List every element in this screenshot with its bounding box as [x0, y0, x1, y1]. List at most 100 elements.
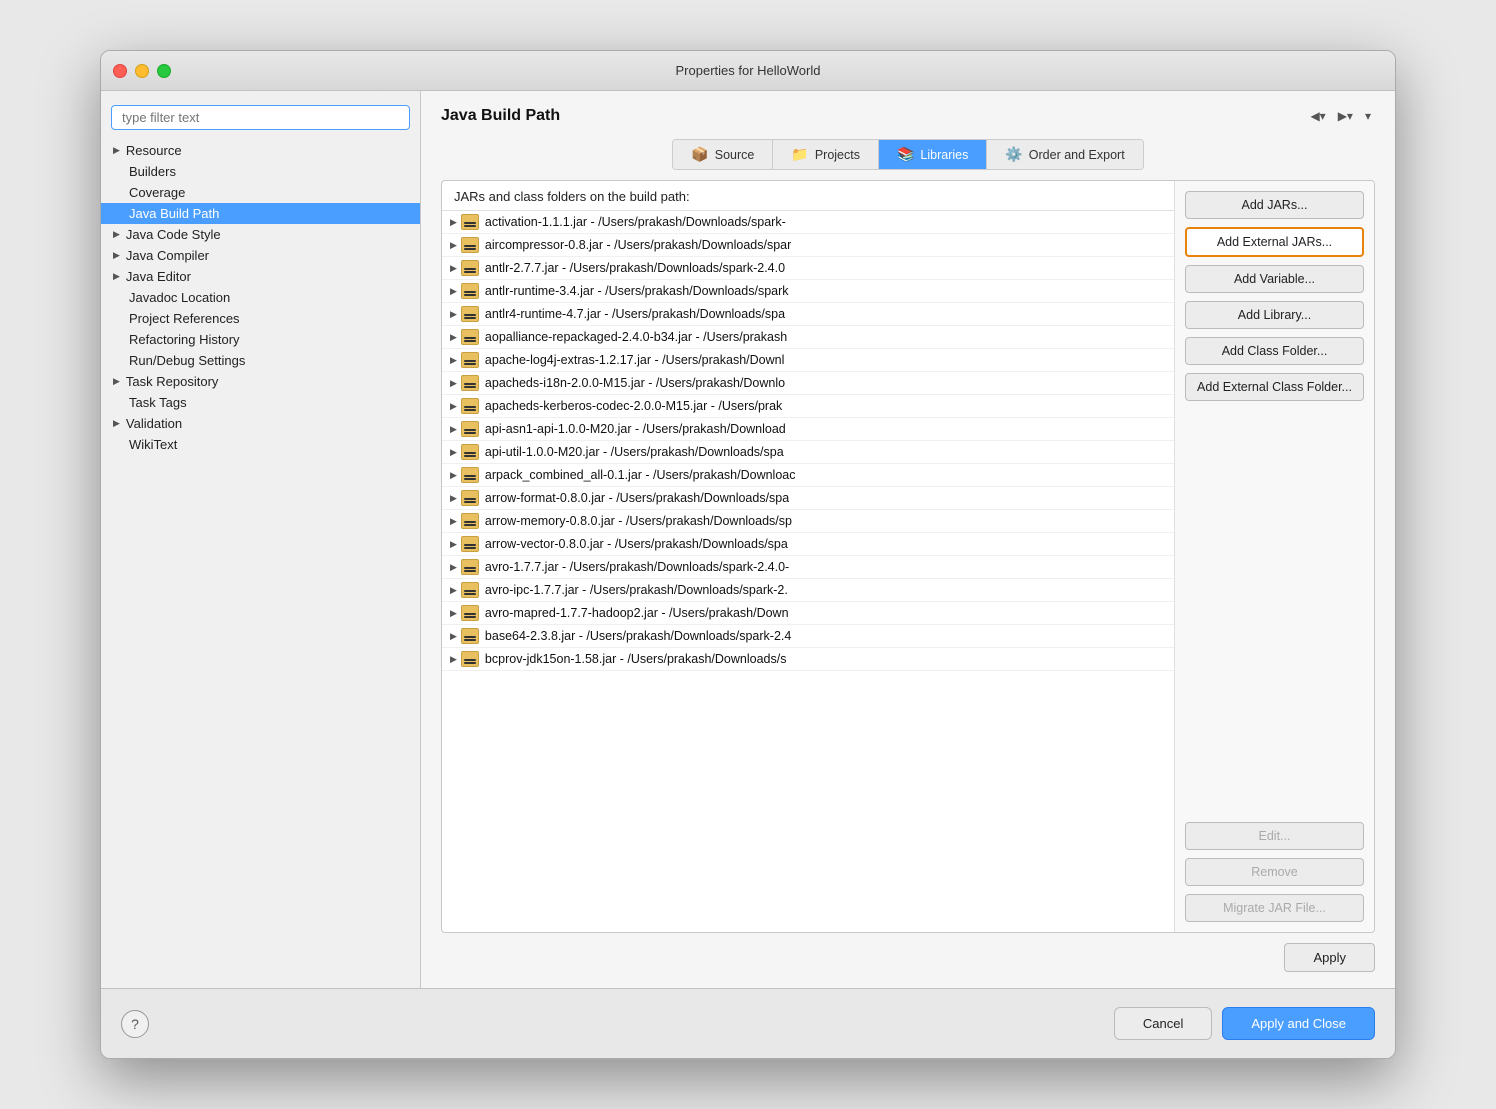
sidebar-item-label: Validation [126, 416, 182, 431]
content-header: Java Build Path ◀▾ ▶▾ ▾ [441, 107, 1375, 125]
jar-entry[interactable]: ▶arrow-vector-0.8.0.jar - /Users/prakash… [442, 533, 1174, 556]
add-library-button[interactable]: Add Library... [1185, 301, 1364, 329]
jar-entry[interactable]: ▶bcprov-jdk15on-1.58.jar - /Users/prakas… [442, 648, 1174, 671]
sidebar-item-run-debug-settings[interactable]: Run/Debug Settings [101, 350, 420, 371]
jar-entry[interactable]: ▶ apacheds-i18n-2.0.0-M15.jar - /Users/pr… [442, 372, 1174, 395]
jar-file-icon [461, 490, 479, 506]
sidebar-item-java-compiler[interactable]: ▶Java Compiler [101, 245, 420, 266]
jar-entry[interactable]: ▶antlr4-runtime-4.7.jar - /Users/prakash… [442, 303, 1174, 326]
jar-name: bcprov-jdk15on-1.58.jar - /Users/prakash… [485, 652, 787, 666]
sidebar: ▶ResourceBuildersCoverageJava Build Path… [101, 91, 421, 988]
jar-entry[interactable]: ▶api-util-1.0.0-M20.jar - /Users/prakash… [442, 441, 1174, 464]
nav-forward-button[interactable]: ▶▾ [1334, 107, 1357, 125]
jar-entry[interactable]: ▶base64-2.3.8.jar - /Users/prakash/Downl… [442, 625, 1174, 648]
jar-expand-icon: ▶ [450, 516, 457, 527]
jar-entry[interactable]: ▶apacheds-kerberos-codec-2.0.0-M15.jar -… [442, 395, 1174, 418]
main-content: ▶ResourceBuildersCoverageJava Build Path… [101, 91, 1395, 988]
jar-file-icon [461, 237, 479, 253]
jar-expand-icon: ▶ [450, 378, 457, 389]
sidebar-item-builders[interactable]: Builders [101, 161, 420, 182]
jar-name: antlr-runtime-3.4.jar - /Users/prakash/D… [485, 284, 789, 298]
tab-order-export[interactable]: ⚙️Order and Export [987, 140, 1142, 169]
jar-entry[interactable]: ▶api-asn1-api-1.0.0-M20.jar - /Users/pra… [442, 418, 1174, 441]
tab-projects[interactable]: 📁Projects [773, 140, 879, 169]
jar-entry[interactable]: ▶arpack_combined_all-0.1.jar - /Users/pr… [442, 464, 1174, 487]
sidebar-item-validation[interactable]: ▶Validation [101, 413, 420, 434]
jar-expand-icon: ▶ [450, 608, 457, 619]
add-jars-button[interactable]: Add JARs... [1185, 191, 1364, 219]
jar-file-icon [461, 582, 479, 598]
sidebar-item-wikitext[interactable]: WikiText [101, 434, 420, 455]
sidebar-item-resource[interactable]: ▶Resource [101, 140, 420, 161]
search-input[interactable] [111, 105, 410, 130]
jar-name: apacheds-i18n-2.0.0-M15.jar - /Users/pra… [485, 376, 785, 390]
sidebar-item-label: Run/Debug Settings [129, 353, 245, 368]
jar-entry[interactable]: ▶avro-1.7.7.jar - /Users/prakash/Downloa… [442, 556, 1174, 579]
sidebar-item-label: Resource [126, 143, 182, 158]
jar-entry[interactable]: ▶arrow-memory-0.8.0.jar - /Users/prakash… [442, 510, 1174, 533]
apply-button[interactable]: Apply [1284, 943, 1375, 972]
jar-file-icon [461, 260, 479, 276]
jar-name: arrow-format-0.8.0.jar - /Users/prakash/… [485, 491, 789, 505]
sidebar-item-label: Java Code Style [126, 227, 221, 242]
nav-menu-button[interactable]: ▾ [1361, 107, 1375, 125]
add-external-jars-button[interactable]: Add External JARs... [1185, 227, 1364, 257]
migrate-jar-file-button: Migrate JAR File... [1185, 894, 1364, 922]
jar-entry[interactable]: ▶activation-1.1.1.jar - /Users/prakash/D… [442, 211, 1174, 234]
jar-file-icon [461, 605, 479, 621]
content-area: Java Build Path ◀▾ ▶▾ ▾ 📦Source📁Projects… [421, 91, 1395, 988]
jar-name: aircompressor-0.8.jar - /Users/prakash/D… [485, 238, 791, 252]
close-button[interactable] [113, 64, 127, 78]
maximize-button[interactable] [157, 64, 171, 78]
sidebar-item-project-references[interactable]: Project References [101, 308, 420, 329]
build-panel: JARs and class folders on the build path… [441, 180, 1375, 933]
jar-entry[interactable]: ▶aopalliance-repackaged-2.4.0-b34.jar - … [442, 326, 1174, 349]
sidebar-item-refactoring-history[interactable]: Refactoring History [101, 329, 420, 350]
jar-file-icon [461, 421, 479, 437]
sidebar-item-java-build-path[interactable]: Java Build Path [101, 203, 420, 224]
sidebar-item-java-editor[interactable]: ▶Java Editor [101, 266, 420, 287]
jar-entry[interactable]: ▶arrow-format-0.8.0.jar - /Users/prakash… [442, 487, 1174, 510]
tab-libraries[interactable]: 📚Libraries [879, 140, 987, 169]
sidebar-item-task-repository[interactable]: ▶Task Repository [101, 371, 420, 392]
add-class-folder-button[interactable]: Add Class Folder... [1185, 337, 1364, 365]
add-external-class-folder-button[interactable]: Add External Class Folder... [1185, 373, 1364, 401]
jar-expand-icon: ▶ [450, 263, 457, 274]
jar-file-icon [461, 513, 479, 529]
jar-file-icon [461, 628, 479, 644]
sidebar-item-java-code-style[interactable]: ▶ Java Code Style [101, 224, 420, 245]
tab-label-projects: Projects [815, 148, 860, 162]
jar-entry[interactable]: ▶antlr-2.7.7.jar - /Users/prakash/Downlo… [442, 257, 1174, 280]
help-button[interactable]: ? [121, 1010, 149, 1038]
sidebar-item-javadoc-location[interactable]: Javadoc Location [101, 287, 420, 308]
sidebar-item-label: Javadoc Location [129, 290, 230, 305]
cancel-button[interactable]: Cancel [1114, 1007, 1212, 1040]
footer-apply: Apply [441, 933, 1375, 972]
jar-entry[interactable]: ▶avro-ipc-1.7.7.jar - /Users/prakash/Dow… [442, 579, 1174, 602]
tab-source[interactable]: 📦Source [673, 140, 773, 169]
jar-file-icon [461, 283, 479, 299]
jar-entry[interactable]: ▶antlr-runtime-3.4.jar - /Users/prakash/… [442, 280, 1174, 303]
nav-arrows: ◀▾ ▶▾ ▾ [1306, 107, 1375, 125]
sidebar-item-label: Coverage [129, 185, 185, 200]
minimize-button[interactable] [135, 64, 149, 78]
jar-entry[interactable]: ▶avro-mapred-1.7.7-hadoop2.jar - /Users/… [442, 602, 1174, 625]
sidebar-item-label: Java Editor [126, 269, 191, 284]
jar-entry[interactable]: ▶aircompressor-0.8.jar - /Users/prakash/… [442, 234, 1174, 257]
jar-entry[interactable]: ▶apache-log4j-extras-1.2.17.jar - /Users… [442, 349, 1174, 372]
expand-arrow-icon: ▶ [113, 229, 120, 240]
jar-file-icon [461, 375, 479, 391]
tab-label-libraries: Libraries [920, 148, 968, 162]
tab-icon-source: 📦 [691, 146, 708, 163]
jar-name: apache-log4j-extras-1.2.17.jar - /Users/… [485, 353, 784, 367]
sidebar-item-coverage[interactable]: Coverage [101, 182, 420, 203]
sidebar-item-label: Java Compiler [126, 248, 209, 263]
add-variable-button[interactable]: Add Variable... [1185, 265, 1364, 293]
jar-expand-icon: ▶ [450, 562, 457, 573]
jar-file-icon [461, 559, 479, 575]
sidebar-item-task-tags[interactable]: Task Tags [101, 392, 420, 413]
jar-list-header: JARs and class folders on the build path… [442, 181, 1174, 211]
apply-close-button[interactable]: Apply and Close [1222, 1007, 1375, 1040]
jar-expand-icon: ▶ [450, 217, 457, 228]
nav-back-button[interactable]: ◀▾ [1306, 107, 1329, 125]
